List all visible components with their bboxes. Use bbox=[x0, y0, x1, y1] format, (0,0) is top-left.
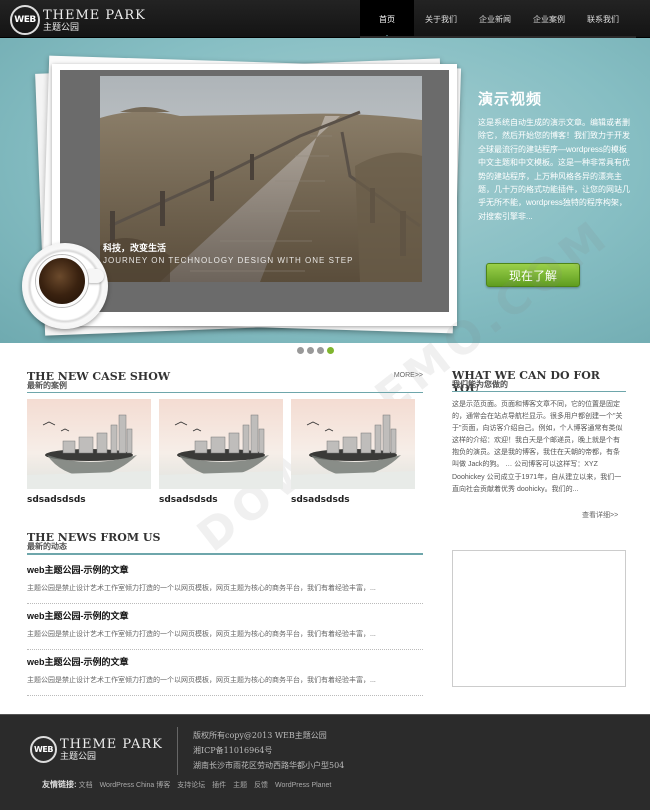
site-logo[interactable]: WEB THEME PARK 主题公园 bbox=[10, 5, 146, 35]
logo-text: THEME PARK 主题公园 bbox=[60, 738, 163, 761]
friend-link[interactable]: 主题 bbox=[233, 782, 247, 789]
slide-image[interactable]: 科技，改变生活 JOURNEY ON TECHNOLOGY DESIGN WIT… bbox=[100, 76, 422, 282]
site-footer: WEB THEME PARK 主题公园 版权所有copy@2013 WEB主题公… bbox=[0, 714, 650, 810]
case-thumbnail[interactable] bbox=[291, 399, 415, 489]
friend-link[interactable]: WordPress China 博客 bbox=[100, 782, 171, 789]
news-item: web主题公园-示例的文章 主题公园是禁止设计艺术工作室倾力打造的一个以网页模板… bbox=[27, 561, 423, 604]
news-item-title[interactable]: web主题公园-示例的文章 bbox=[27, 609, 423, 622]
case-show-header: THE NEW CASE SHOW 最新的案例 MORE>> bbox=[27, 370, 423, 392]
nav-item-contact[interactable]: 联系我们 bbox=[576, 0, 630, 38]
divider bbox=[27, 392, 423, 393]
logo-cn: 主题公园 bbox=[43, 21, 80, 32]
news-item-desc: 主题公园是禁止设计艺术工作室倾力打造的一个以网页模板，网页主题为核心的商务平台，… bbox=[27, 631, 376, 638]
slider-dot[interactable] bbox=[317, 347, 324, 354]
address: 湖南长沙市雨花区劳动西路华都小户型504 bbox=[193, 761, 345, 770]
slide-caption: 科技，改变生活 JOURNEY ON TECHNOLOGY DESIGN WIT… bbox=[103, 241, 353, 265]
case-item[interactable]: sdsadsdsds bbox=[27, 399, 151, 505]
case-item[interactable]: sdsadsdsds bbox=[291, 399, 415, 505]
logo-en: HEME PARK bbox=[69, 737, 163, 752]
friend-link[interactable]: 文档 bbox=[79, 782, 93, 789]
news-subtitle: 最新的动态 bbox=[27, 541, 67, 551]
case-thumbnail[interactable] bbox=[27, 399, 151, 489]
nav-item-cases[interactable]: 企业案例 bbox=[522, 0, 576, 38]
footer-divider bbox=[177, 727, 178, 775]
case-label[interactable]: sdsadsdsds bbox=[291, 495, 415, 505]
logo-t: T bbox=[60, 737, 70, 752]
footer-logo[interactable]: WEB THEME PARK 主题公园 bbox=[30, 736, 163, 763]
what-text: 这是示范页面。页面和博客文章不同，它的位置是固定的，通常会在站点导航栏显示。很多… bbox=[452, 401, 623, 493]
news-item-desc: 主题公园是禁止设计艺术工作室倾力打造的一个以网页模板，网页主题为核心的商务平台，… bbox=[27, 677, 376, 684]
friend-link[interactable]: 支持论坛 bbox=[177, 782, 205, 789]
photo-frame: 科技，改变生活 JOURNEY ON TECHNOLOGY DESIGN WIT… bbox=[52, 64, 457, 326]
case-show-subtitle: 最新的案例 bbox=[27, 380, 67, 390]
friend-links: 友情链接: 文档 WordPress China 博客 支持论坛 插件 主题 反… bbox=[42, 779, 336, 790]
slider-dot-active[interactable] bbox=[327, 347, 334, 354]
divider bbox=[452, 391, 626, 392]
slider-dot[interactable] bbox=[307, 347, 314, 354]
logo-cn: 主题公园 bbox=[60, 751, 97, 761]
photo-mat: 科技，改变生活 JOURNEY ON TECHNOLOGY DESIGN WIT… bbox=[60, 70, 449, 312]
site-header: WEB THEME PARK 主题公园 首页 关于我们 企业新闻 企业案例 联系… bbox=[0, 0, 650, 39]
nav-item-home[interactable]: 首页 bbox=[360, 0, 414, 39]
divider bbox=[27, 553, 423, 555]
nav-item-news[interactable]: 企业新闻 bbox=[468, 0, 522, 38]
main-nav: 首页 关于我们 企业新闻 企业案例 联系我们 bbox=[360, 0, 630, 39]
icp-number[interactable]: 湘ICP备11016964号 bbox=[193, 743, 344, 758]
logo-en: HEME PARK bbox=[52, 7, 146, 23]
case-more-link[interactable]: MORE>> bbox=[394, 372, 423, 379]
learn-more-button[interactable]: 现在了解 bbox=[486, 263, 580, 287]
view-detail-link[interactable]: 查看详细>> bbox=[582, 510, 618, 520]
friend-link[interactable]: WordPress Planet bbox=[275, 782, 331, 789]
case-label[interactable]: sdsadsdsds bbox=[159, 495, 283, 505]
friend-link[interactable]: 反馈 bbox=[254, 782, 268, 789]
case-item[interactable]: sdsadsdsds bbox=[159, 399, 283, 505]
coffee bbox=[36, 255, 88, 307]
logo-badge: WEB bbox=[10, 5, 40, 35]
slider-dot[interactable] bbox=[297, 347, 304, 354]
news-item-desc: 主题公园是禁止设计艺术工作室倾力打造的一个以网页模板，网页主题为核心的商务平台，… bbox=[27, 585, 376, 592]
case-thumbnail[interactable] bbox=[159, 399, 283, 489]
nav-item-about[interactable]: 关于我们 bbox=[414, 0, 468, 38]
what-subtitle: 我们能为您做的 bbox=[452, 379, 508, 389]
friend-link[interactable]: 插件 bbox=[212, 782, 226, 789]
what-header: WHAT WE CAN DO FOR YOU 我们能为您做的 bbox=[452, 369, 626, 395]
news-list: web主题公园-示例的文章 主题公园是禁止设计艺术工作室倾力打造的一个以网页模板… bbox=[27, 561, 423, 699]
copyright: 版权所有copy@2013 WEB主题公园 bbox=[193, 731, 327, 740]
case-list: sdsadsdsds sdsadsdsds sdsadsdsds bbox=[27, 399, 415, 505]
news-item-title[interactable]: web主题公园-示例的文章 bbox=[27, 563, 423, 576]
footer-info: 版权所有copy@2013 WEB主题公园 湘ICP备11016964号 湖南长… bbox=[193, 728, 344, 773]
news-item: web主题公园-示例的文章 主题公园是禁止设计艺术工作室倾力打造的一个以网页模板… bbox=[27, 607, 423, 650]
slide-caption-en: JOURNEY ON TECHNOLOGY DESIGN WITH ONE ST… bbox=[103, 256, 354, 265]
case-label[interactable]: sdsadsdsds bbox=[27, 495, 151, 505]
slider-dots bbox=[297, 347, 334, 354]
slide-caption-cn: 科技，改变生活 bbox=[103, 243, 167, 253]
logo-text: THEME PARK 主题公园 bbox=[43, 9, 146, 32]
promo-text: 这是系统自动生成的演示文章。编辑或者删除它，然后开始您的博客！我们致力于开发全球… bbox=[478, 118, 630, 221]
logo-t: T bbox=[43, 7, 53, 23]
logo-badge: WEB bbox=[30, 736, 57, 763]
sidebar-box bbox=[452, 550, 626, 687]
coffee-cup-image bbox=[22, 243, 108, 329]
promo-title: 演示视频 bbox=[478, 91, 543, 108]
news-item-title[interactable]: web主题公园-示例的文章 bbox=[27, 655, 423, 668]
friend-links-label: 友情链接: bbox=[42, 780, 77, 789]
news-item: web主题公园-示例的文章 主题公园是禁止设计艺术工作室倾力打造的一个以网页模板… bbox=[27, 653, 423, 696]
news-header: THE NEWS FROM US 最新的动态 bbox=[27, 531, 423, 553]
